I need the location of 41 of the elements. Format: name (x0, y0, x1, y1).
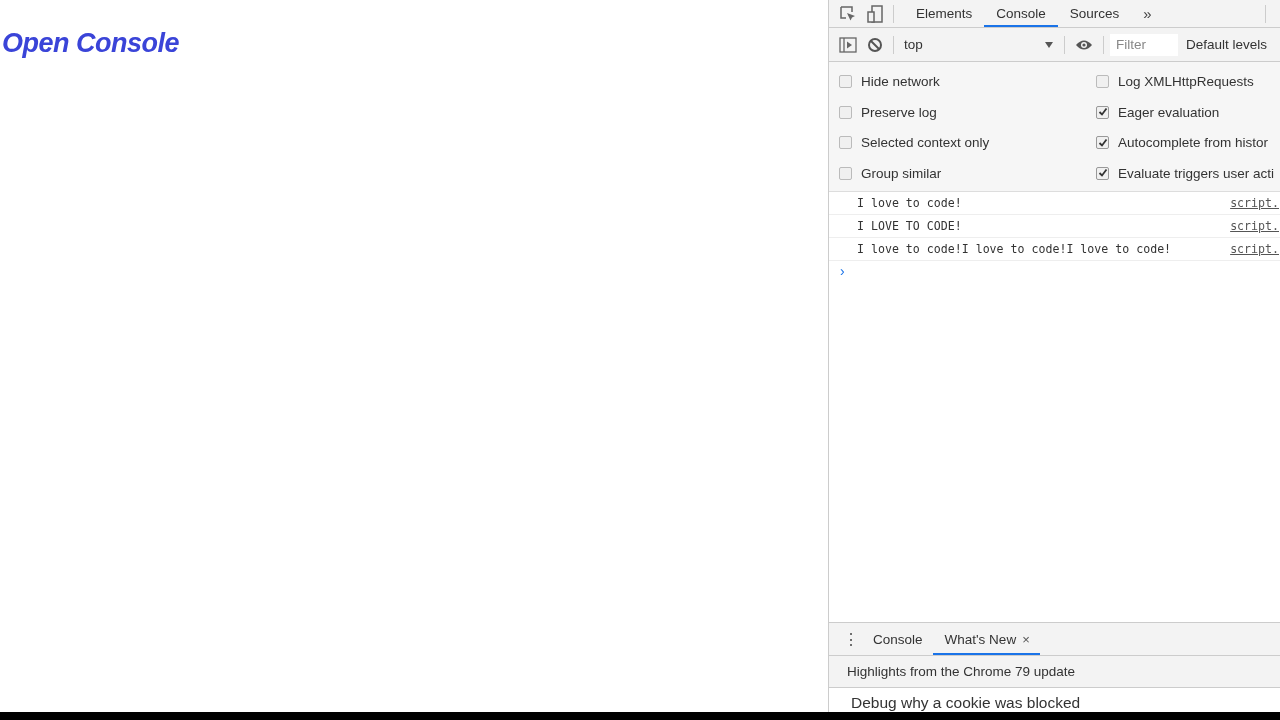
filter-field[interactable]: Filter (1110, 33, 1178, 56)
checkbox[interactable] (839, 136, 852, 150)
page-heading: Open Console (2, 28, 180, 59)
menu-button[interactable]: ⋮ (843, 629, 859, 649)
console-message: I love to code!I love to code!I love to code! (857, 241, 1172, 256)
setting-label: Autocomplete from histor (1118, 135, 1269, 151)
console-message: I love to code! (857, 195, 962, 210)
setting-label: Evaluate triggers user acti (1118, 165, 1275, 181)
eye-icon[interactable] (1075, 38, 1093, 51)
setting-label: Group similar (861, 165, 942, 181)
setting-label: Log XMLHttpRequests (1118, 73, 1254, 89)
checkbox[interactable] (1096, 74, 1109, 88)
source-link[interactable]: script. (1230, 241, 1279, 256)
checkbox[interactable] (839, 166, 852, 180)
console-message: I LOVE TO CODE! (857, 218, 962, 233)
inspect-icon[interactable] (839, 4, 857, 23)
checkbox[interactable] (1096, 136, 1109, 150)
checkbox[interactable] (839, 105, 852, 119)
prompt-icon[interactable]: › (840, 262, 845, 279)
whats-new-headline: Highlights from the Chrome 79 update (829, 656, 1280, 688)
setting-label: Selected context only (861, 135, 990, 151)
source-link[interactable]: script. (1230, 195, 1279, 210)
device-icon[interactable] (867, 4, 883, 23)
panel-tab[interactable]: Elements (904, 0, 985, 27)
more-tabs-button[interactable]: » (1143, 5, 1152, 22)
setting-label: Hide network (861, 73, 940, 89)
caret-icon (1044, 40, 1054, 49)
checkbox[interactable] (1096, 105, 1109, 119)
whats-new-item[interactable]: Debug why a cookie was blocked (851, 694, 1081, 712)
setting-label: Preserve log (861, 104, 937, 120)
checkbox[interactable] (839, 74, 852, 88)
panel-tab[interactable]: Sources (1057, 0, 1132, 27)
context-select[interactable]: top (904, 37, 1054, 52)
drawer-tab[interactable]: Console (861, 623, 933, 655)
setting-label: Eager evaluation (1118, 104, 1220, 120)
sidebar-icon[interactable] (839, 36, 857, 53)
levels-dropdown[interactable]: Default levels (1186, 37, 1268, 52)
clear-icon[interactable] (867, 36, 883, 53)
source-link[interactable]: script. (1230, 218, 1279, 233)
checkbox[interactable] (1096, 166, 1109, 180)
close-icon[interactable]: × (1022, 631, 1030, 647)
